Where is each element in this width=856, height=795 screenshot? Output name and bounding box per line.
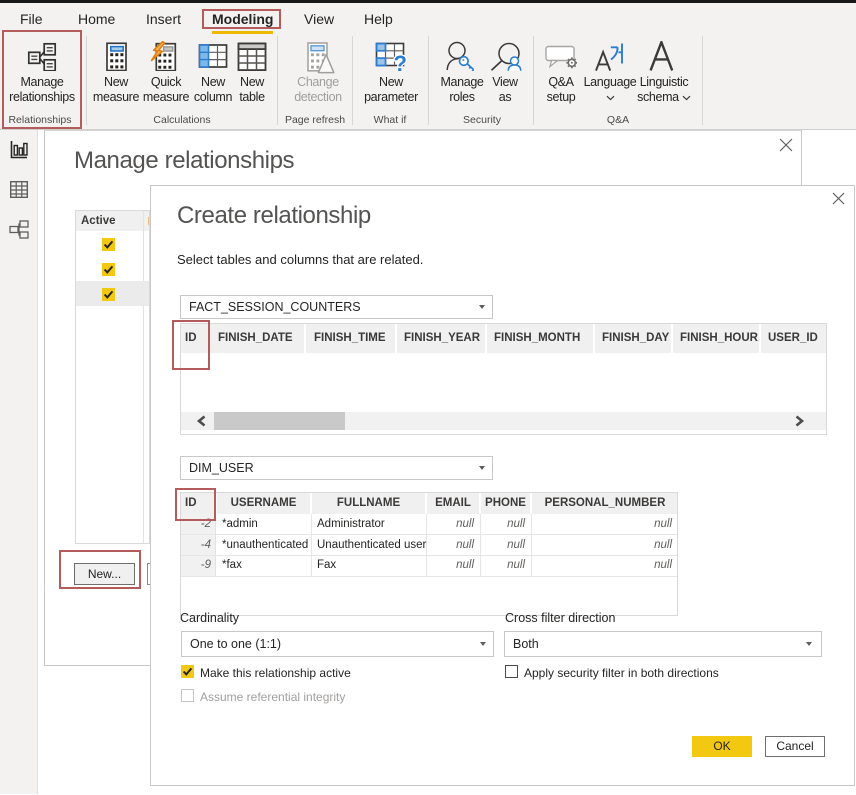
svg-text:?: ? [394,51,407,71]
